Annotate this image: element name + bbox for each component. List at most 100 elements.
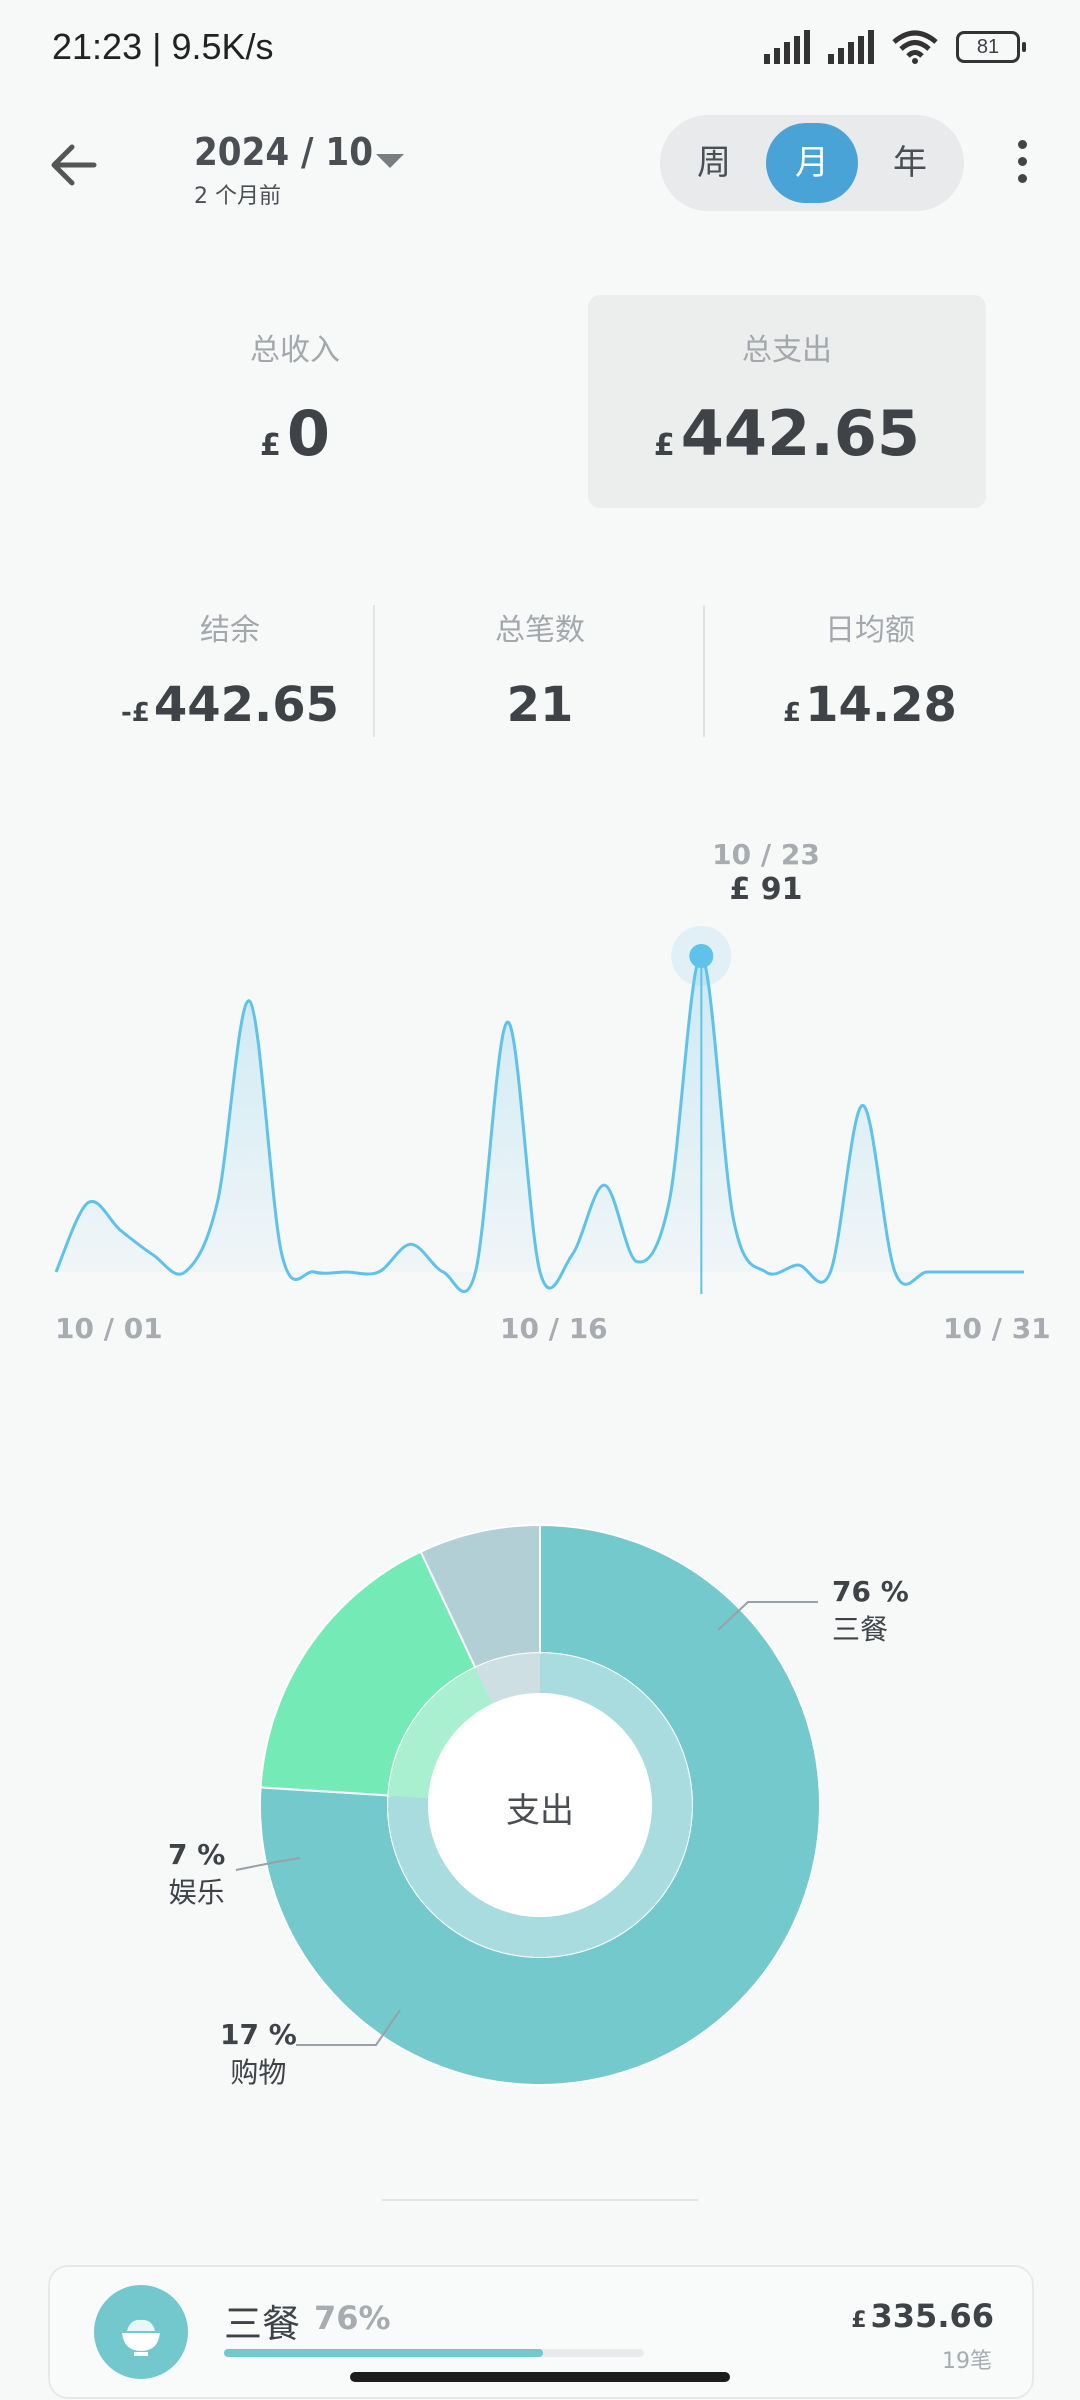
balance-amount: 442.65 [153, 677, 340, 733]
chart-point-10-02[interactable] [85, 1200, 91, 1206]
currency-symbol: £ [783, 698, 802, 728]
x-tick-label: 10 / 31 [943, 1312, 1051, 1345]
income-amount: 0 [286, 397, 330, 470]
chart-point-10-09[interactable] [311, 1269, 317, 1275]
chart-point-10-30[interactable] [989, 1269, 995, 1275]
chart-point-10-28[interactable] [924, 1269, 930, 1275]
slice-name: 购物 [230, 2056, 287, 2089]
status-time: 21:23 | 9.5K/s [52, 26, 274, 68]
slice-pct: 7 % [168, 1838, 226, 1871]
chart-point-10-31[interactable] [1021, 1269, 1027, 1275]
income-card[interactable]: 总收入 £0 [130, 325, 460, 470]
period-segment: 周 月 年 [660, 115, 964, 211]
chart-tooltip-date: 10 / 23 [712, 838, 820, 871]
currency-symbol: £ [851, 2308, 867, 2333]
slice-name: 娱乐 [168, 1876, 225, 1909]
category-progress-fill [224, 2349, 544, 2357]
income-value: £0 [130, 397, 460, 470]
chart-point-10-08[interactable] [279, 1252, 285, 1258]
daily-stat: 日均额 £14.28 [720, 605, 1020, 733]
network-speed: | 9.5K/s [152, 26, 274, 67]
status-icons: 81 [764, 30, 1026, 64]
slice-label-meals: 76 % 三餐 [832, 1575, 909, 1648]
chart-point-10-12[interactable] [408, 1241, 414, 1247]
category-name: 三餐 [224, 2302, 301, 2346]
segment-year[interactable]: 年 [864, 123, 956, 203]
chart-point-10-24[interactable] [795, 1262, 801, 1268]
slice-label-entertainment: 7 % 娱乐 [168, 1838, 225, 1911]
chart-area [56, 955, 1024, 1292]
chart-point-10-03[interactable] [118, 1227, 124, 1233]
status-bar: 21:23 | 9.5K/s 81 [0, 0, 1080, 100]
currency-symbol: £ [259, 428, 281, 463]
expense-card[interactable]: 总支出 £442.65 [588, 295, 986, 508]
chart-point-10-17[interactable] [569, 1252, 575, 1258]
home-indicator[interactable] [350, 2372, 730, 2382]
chart-point-10-14[interactable] [472, 1269, 478, 1275]
more-menu-icon[interactable] [1010, 140, 1034, 190]
chart-point-10-22[interactable] [731, 1217, 737, 1223]
chart-point-10-13[interactable] [440, 1269, 446, 1275]
signal-roaming-icon [828, 30, 874, 64]
divider [373, 605, 375, 737]
income-label: 总收入 [250, 333, 340, 368]
segment-month[interactable]: 月 [766, 123, 858, 203]
battery-icon: 81 [956, 31, 1026, 63]
chart-point-10-10[interactable] [343, 1269, 349, 1275]
wifi-icon [892, 30, 938, 64]
expense-label: 总支出 [742, 333, 832, 368]
balance-label: 结余 [200, 613, 260, 648]
donut-center-label: 支出 [506, 1791, 574, 1831]
chart-point-10-20[interactable] [666, 1200, 672, 1206]
chart-point-10-26[interactable] [860, 1102, 866, 1108]
month-relative: 2 个月前 [194, 184, 281, 209]
month-picker[interactable]: 2024 / 10 [194, 130, 373, 174]
daily-label: 日均额 [825, 613, 915, 648]
balance-value: -£442.65 [80, 677, 380, 733]
x-tick-label: 10 / 01 [55, 1312, 163, 1345]
chart-point-10-05[interactable] [182, 1269, 188, 1275]
balance-stat: 结余 -£442.65 [80, 605, 380, 733]
chart-point-10-15[interactable] [505, 1019, 511, 1025]
chart-point-10-11[interactable] [376, 1269, 382, 1275]
divider [382, 2199, 698, 2201]
battery-level: 81 [976, 36, 1000, 58]
category-progress-track [224, 2349, 644, 2357]
rice-bowl-icon [94, 2285, 188, 2379]
back-arrow-icon[interactable] [46, 135, 106, 195]
expense-value: £442.65 [588, 397, 986, 470]
x-tick-label: 10 / 16 [500, 1312, 608, 1345]
chart-point-10-18[interactable] [602, 1182, 608, 1188]
daily-value: £14.28 [720, 677, 1020, 733]
chart-point-10-19[interactable] [634, 1259, 640, 1265]
chart-point-10-21[interactable] [698, 953, 704, 959]
clock-text: 21:23 [52, 26, 143, 67]
chart-point-10-23[interactable] [763, 1269, 769, 1275]
count-stat: 总笔数 21 [390, 605, 690, 733]
slice-name: 三餐 [832, 1613, 889, 1646]
chart-point-10-25[interactable] [827, 1269, 833, 1275]
signal-icon [764, 30, 810, 64]
category-count: 19笔 [942, 2349, 992, 2374]
chart-point-10-16[interactable] [537, 1269, 543, 1275]
daily-amount: 14.28 [805, 677, 957, 733]
currency-symbol: £ [653, 428, 675, 463]
chart-point-10-29[interactable] [956, 1269, 962, 1275]
segment-week[interactable]: 周 [668, 123, 760, 203]
chart-point-10-01[interactable] [53, 1269, 59, 1275]
currency-symbol: -£ [120, 698, 150, 728]
chart-point-10-04[interactable] [150, 1252, 156, 1258]
chart-point-10-27[interactable] [892, 1269, 898, 1275]
slice-label-shopping: 17 % 购物 [220, 2018, 297, 2091]
count-value: 21 [506, 677, 574, 733]
category-amount: £335.66 [851, 2297, 994, 2335]
divider [703, 605, 705, 737]
category-amount-value: 335.66 [870, 2297, 994, 2335]
count-label: 总笔数 [495, 613, 585, 648]
chart-point-10-07[interactable] [247, 998, 253, 1004]
slice-pct: 17 % [220, 2018, 297, 2051]
chevron-down-icon[interactable] [376, 154, 404, 168]
daily-expense-chart[interactable] [0, 900, 1080, 1300]
chart-point-10-06[interactable] [214, 1200, 220, 1206]
category-percent: 76% [314, 2299, 391, 2337]
